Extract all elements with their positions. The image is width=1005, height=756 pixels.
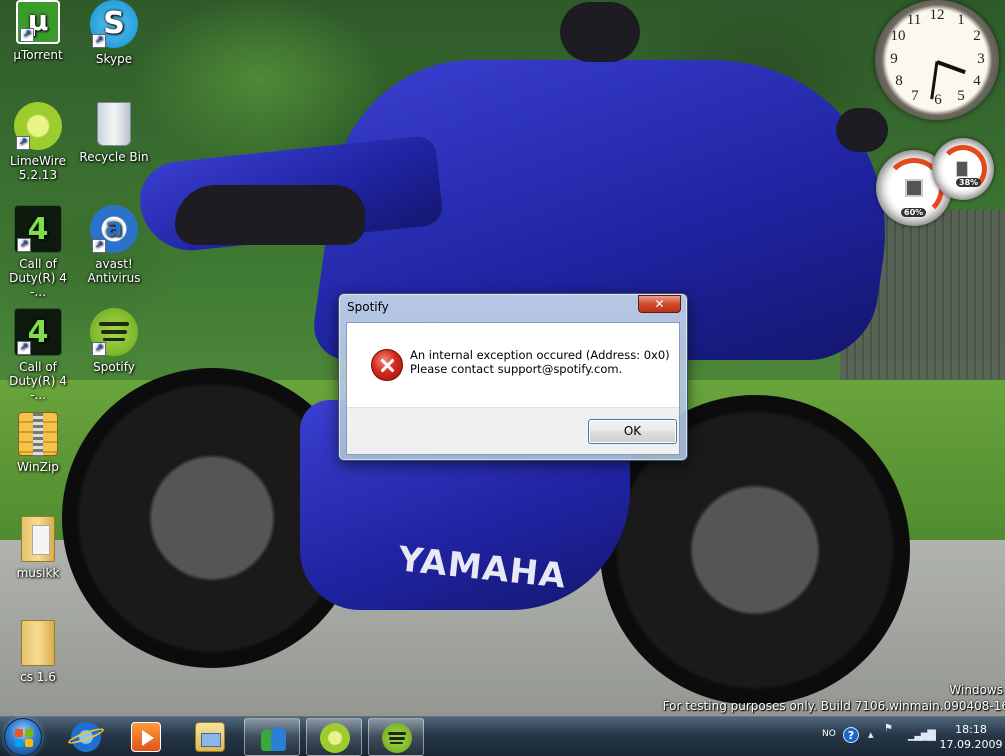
cpu-percent: 60% [901,208,927,217]
memory-percent: 38% [956,178,982,187]
internet-explorer-icon [66,722,106,752]
spotify-icon: ↗ [90,308,138,356]
shortcut-arrow-icon: ↗ [92,34,106,48]
language-indicator[interactable]: NO [822,729,836,739]
action-center-flag-icon[interactable]: ⚑ [884,723,893,734]
shortcut-arrow-icon: ↗ [92,342,106,356]
windows-logo-icon [15,729,33,747]
clock-number: 10 [890,28,906,44]
folder-icon [21,620,55,666]
windows-build-watermark: Windows For testing purposes only. Build… [659,682,1005,714]
dialog-title: Spotify [347,300,389,314]
tray-time: 18:18 [955,723,987,736]
messenger-icon [258,723,288,753]
clock-number: 1 [957,12,965,28]
error-message-line-2: Please contact support@spotify.com. [410,362,623,376]
clock-number: 5 [957,88,965,104]
taskbar-spotify[interactable] [368,718,424,756]
cpu-chip-icon [905,179,923,197]
motorcycle-seat [175,185,365,245]
folder-icon [21,516,55,562]
desktop-icon-call-of-duty-1[interactable]: 4 ↗ Call of Duty(R) 4 -... [0,205,76,299]
taskbar-internet-explorer[interactable] [58,718,114,756]
clock-number: 3 [977,51,985,67]
dialog-button-bar: OK [347,407,679,454]
show-hidden-icons-icon[interactable]: ▴ [868,728,874,741]
skype-icon: S ↗ [90,0,138,48]
desktop-icon-avast[interactable]: a ↗ avast! Antivirus [76,205,152,285]
avast-icon: a ↗ [90,205,138,253]
error-message-line-1: An internal exception occured (Address: … [410,348,670,362]
shortcut-arrow-icon: ↗ [20,28,34,42]
watermark-line-1: Windows [949,683,1003,697]
spotify-icon [382,723,412,753]
utorrent-icon: µ ↗ [16,0,60,44]
spotify-error-dialog[interactable]: Spotify ✕ An internal exception occured … [338,293,688,461]
desktop-icon-musikk[interactable]: musikk [0,516,76,580]
desktop-icon-spotify[interactable]: ↗ Spotify [76,308,152,374]
desktop-icon-limewire[interactable]: ↗ LimeWire 5.2.13 [0,102,76,182]
motorcycle-mirror-right [836,108,888,152]
shortcut-arrow-icon: ↗ [17,238,31,252]
shortcut-arrow-icon: ↗ [17,341,31,355]
taskbar-file-explorer[interactable] [182,718,238,756]
network-icon[interactable]: ▁▃▅▇ [908,728,936,741]
dialog-content: An internal exception occured (Address: … [346,322,680,455]
media-player-icon [131,722,161,752]
error-icon [371,349,403,381]
winzip-icon [18,412,58,457]
clock-number: 9 [890,51,898,67]
desktop-icon-utorrent[interactable]: µ ↗ µTorrent [0,0,76,62]
watermark-line-2: For testing purposes only. Build 7106.wi… [662,699,1005,713]
taskbar-media-player[interactable] [118,718,174,756]
taskbar-limewire[interactable] [306,718,362,756]
taskbar: NO ? ▴ ⚑ ▁▃▅▇ 18:18 17.09.2009 [0,716,1005,756]
clock-number: 8 [895,73,903,89]
desktop-icon-winzip[interactable]: WinZip [0,412,76,474]
call-of-duty-icon: 4 ↗ [14,205,62,253]
file-explorer-icon [195,722,225,752]
desktop-icon-skype[interactable]: S ↗ Skype [76,0,152,66]
desktop-icon-recycle-bin[interactable]: Recycle Bin [76,102,152,164]
clock-date-area[interactable]: 18:18 17.09.2009 [938,722,1004,752]
clock-hour-hand [936,60,966,75]
shortcut-arrow-icon: ↗ [92,239,106,253]
desktop-icon-call-of-duty-2[interactable]: 4 ↗ Call of Duty(R) 4 -... [0,308,76,402]
clock-gadget[interactable]: 12 1 2 3 4 5 6 7 8 9 10 11 [875,0,999,120]
tray-date: 17.09.2009 [939,738,1003,751]
call-of-duty-icon: 4 ↗ [14,308,62,356]
ok-button[interactable]: OK [588,419,677,444]
clock-number: 11 [906,12,922,28]
help-icon[interactable]: ? [843,727,859,743]
memory-meter-gadget[interactable]: 38% [932,138,994,200]
limewire-icon [320,723,350,753]
recycle-bin-icon [97,102,131,146]
motorcycle-mirror [560,2,640,62]
error-message: An internal exception occured (Address: … [410,348,670,376]
start-button[interactable] [4,718,42,756]
clock-number: 12 [929,7,945,23]
close-button[interactable]: ✕ [638,295,681,313]
clock-number: 2 [973,28,981,44]
shortcut-arrow-icon: ↗ [16,136,30,150]
memory-chip-icon [956,161,968,177]
desktop-icon-cs16[interactable]: cs 1.6 [0,620,76,684]
taskbar-messenger[interactable] [244,718,300,756]
system-tray: NO ? ▴ ⚑ ▁▃▅▇ 18:18 17.09.2009 [818,717,1005,756]
limewire-icon: ↗ [14,102,62,150]
clock-number: 7 [911,88,919,104]
